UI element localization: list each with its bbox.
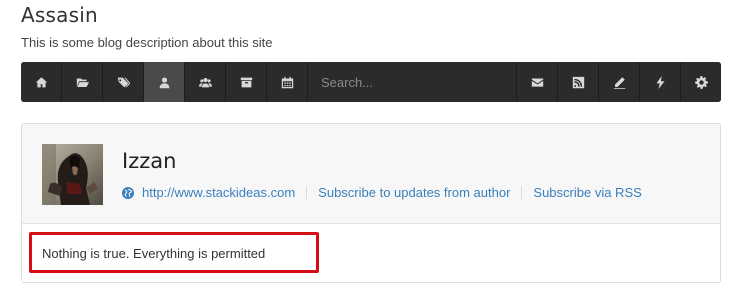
blog-toolbar xyxy=(21,62,721,102)
calendar-button[interactable] xyxy=(267,62,308,102)
divider xyxy=(306,185,308,200)
user-icon xyxy=(159,76,169,88)
site-title[interactable]: Assasin xyxy=(21,3,98,27)
author-header: Izzan http://www.stackideas.com Subscrib… xyxy=(22,124,720,224)
highlight-box xyxy=(29,232,319,273)
gear-icon xyxy=(694,75,708,89)
home-button[interactable] xyxy=(21,62,62,102)
site-description: This is some blog description about this… xyxy=(21,35,273,50)
rss-icon xyxy=(572,76,584,88)
quickpost-button[interactable] xyxy=(639,62,680,102)
author-website-link[interactable]: http://www.stackideas.com xyxy=(142,185,295,200)
envelope-icon xyxy=(531,77,543,87)
users-icon xyxy=(198,77,212,87)
tags-icon xyxy=(117,77,130,87)
search-box[interactable] xyxy=(308,62,516,102)
categories-button[interactable] xyxy=(62,62,103,102)
avatar[interactable] xyxy=(42,144,103,205)
calendar-icon xyxy=(281,76,293,88)
globe-icon xyxy=(122,186,134,199)
subscribe-email-button[interactable] xyxy=(516,62,557,102)
subscribe-author-link[interactable]: Subscribe to updates from author xyxy=(318,185,510,200)
tags-button[interactable] xyxy=(103,62,144,102)
bloggers-button[interactable] xyxy=(144,62,185,102)
teams-button[interactable] xyxy=(185,62,226,102)
rss-button[interactable] xyxy=(557,62,598,102)
bolt-icon xyxy=(655,75,665,89)
toolbar-actions xyxy=(516,62,721,102)
author-links: http://www.stackideas.com Subscribe to u… xyxy=(122,185,642,200)
archive-icon xyxy=(240,77,252,87)
archive-button[interactable] xyxy=(226,62,267,102)
pencil-icon xyxy=(613,76,625,89)
settings-button[interactable] xyxy=(680,62,721,102)
divider xyxy=(521,185,523,200)
home-icon xyxy=(35,76,47,87)
write-button[interactable] xyxy=(598,62,639,102)
search-input[interactable] xyxy=(321,74,516,90)
subscribe-rss-link[interactable]: Subscribe via RSS xyxy=(533,185,641,200)
folder-open-icon xyxy=(76,77,89,87)
author-name[interactable]: Izzan xyxy=(122,149,176,173)
